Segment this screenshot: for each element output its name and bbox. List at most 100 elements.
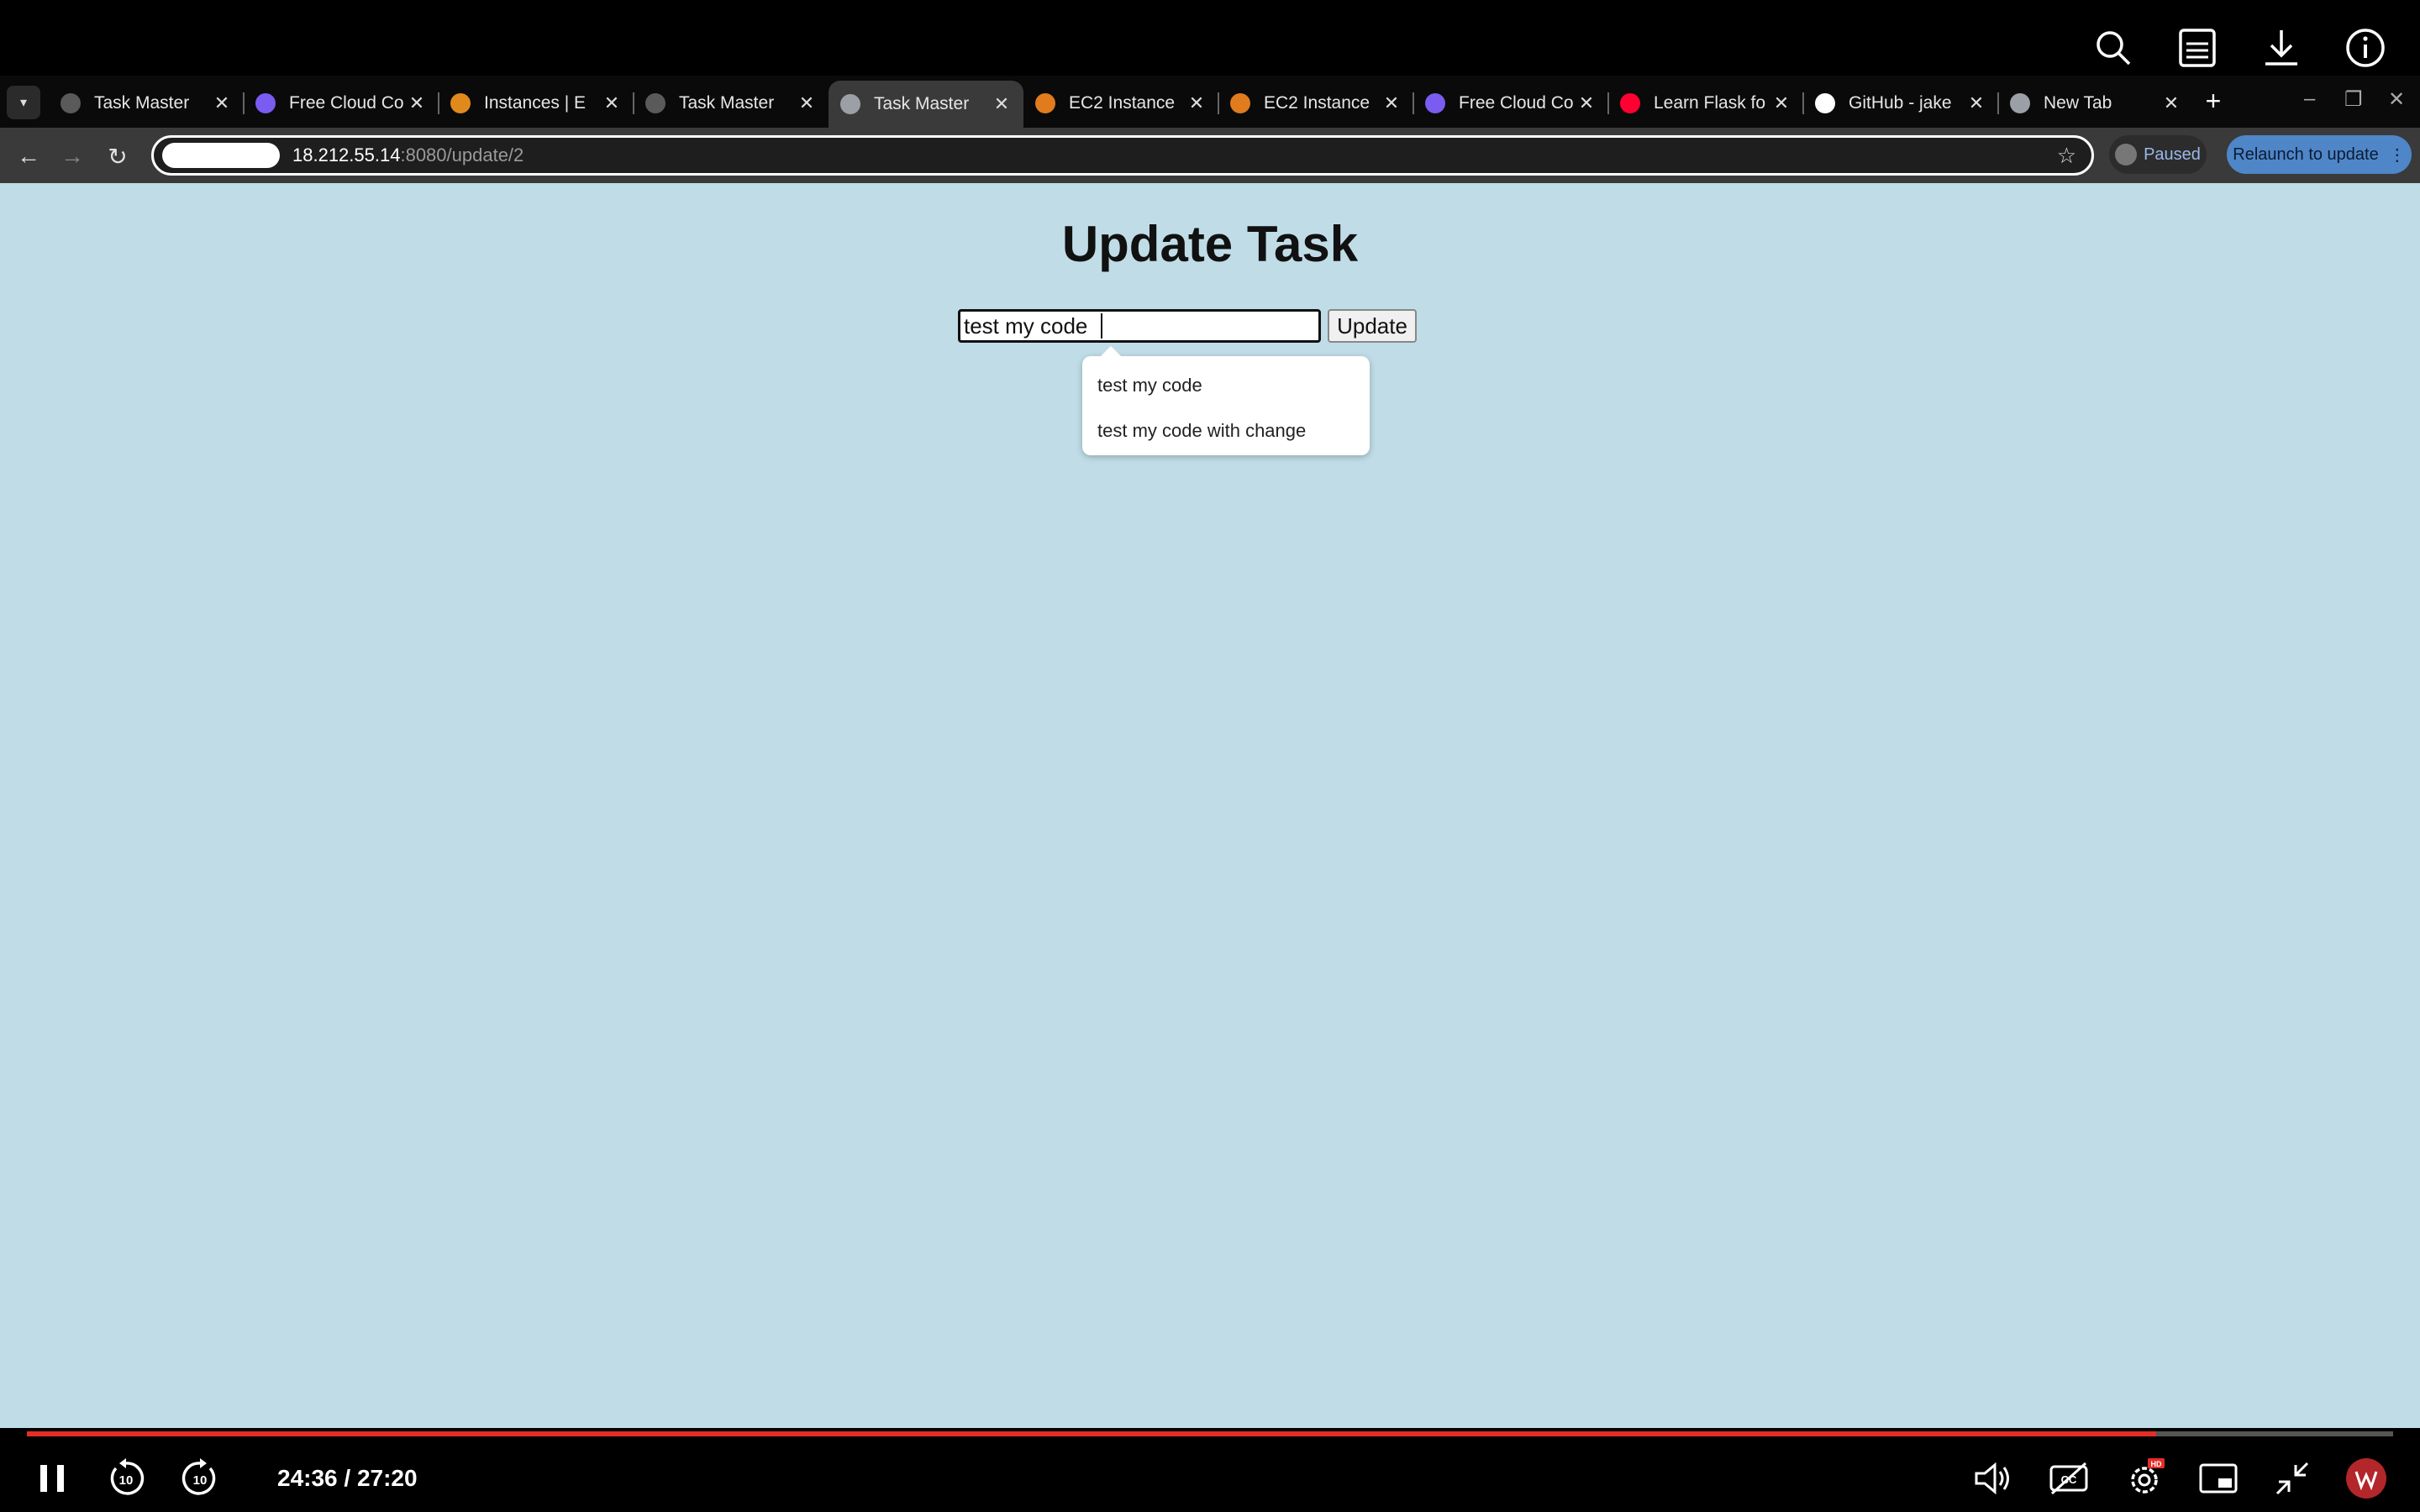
playback-time: 24:36 / 27:20	[277, 1465, 418, 1491]
minimize-icon[interactable]: –	[2304, 87, 2315, 111]
browser-toolbar: ← → ↻ 18.212.55.14:8080/update/2 ☆ Pause…	[0, 128, 2420, 183]
url-host: 18.212.55.14	[292, 144, 401, 165]
progress-bar[interactable]	[27, 1431, 2393, 1436]
update-button[interactable]: Update	[1328, 309, 1417, 343]
autocomplete-option[interactable]: test my code	[1082, 363, 1370, 408]
overlay-icons	[2092, 27, 2386, 69]
tab-favicon-icon	[1620, 93, 1640, 113]
url-text[interactable]: 18.212.55.14:8080/update/2	[292, 144, 523, 166]
plus-icon: +	[2205, 85, 2222, 116]
tab-close-icon[interactable]: ✕	[992, 93, 1012, 115]
tab-close-icon[interactable]: ✕	[1576, 92, 1597, 114]
browser-tab[interactable]: Task Master ✕	[829, 81, 1023, 128]
profile-button[interactable]: Paused	[2109, 135, 2207, 174]
tab-title: EC2 Instance	[1069, 93, 1176, 113]
close-window-icon[interactable]: ✕	[2388, 87, 2405, 112]
tab-close-icon[interactable]: ✕	[1771, 92, 1791, 114]
site-info-chip[interactable]	[162, 143, 280, 168]
tab-close-icon[interactable]: ✕	[602, 92, 622, 114]
tab-search-button[interactable]: ▾	[7, 86, 40, 119]
tab-close-icon[interactable]: ✕	[407, 92, 427, 114]
search-icon[interactable]	[2092, 27, 2134, 69]
tab-favicon-icon	[1425, 93, 1445, 113]
volume-icon[interactable]	[1970, 1457, 2013, 1504]
svg-text:HD: HD	[2151, 1460, 2162, 1468]
tab-close-icon[interactable]: ✕	[1381, 92, 1402, 114]
tab-title: EC2 Instance	[1264, 93, 1370, 113]
tab-title: Instances | E	[484, 93, 587, 113]
browser-tab[interactable]: Free Cloud Co ✕	[1413, 82, 1608, 124]
tab-favicon-icon	[255, 93, 276, 113]
queue-icon[interactable]	[2176, 27, 2218, 69]
browser-tab[interactable]: Free Cloud Co ✕	[244, 82, 439, 124]
channel-logo-icon[interactable]	[2344, 1457, 2388, 1504]
forward-button[interactable]: →	[55, 139, 89, 173]
autocomplete-dropdown: test my code test my code with change	[1082, 346, 1370, 455]
rewind-10-icon[interactable]: 10	[104, 1457, 148, 1504]
tab-favicon-icon	[60, 93, 81, 113]
back-button[interactable]: ←	[12, 139, 45, 173]
miniplayer-icon[interactable]	[2196, 1457, 2240, 1504]
svg-text:10: 10	[119, 1473, 134, 1488]
avatar	[2115, 144, 2138, 165]
download-icon[interactable]	[2260, 27, 2302, 69]
text-cursor	[1101, 313, 1102, 339]
url-path: :8080/update/2	[400, 144, 524, 165]
tab-close-icon[interactable]: ✕	[2161, 92, 2181, 114]
more-vertical-icon[interactable]: ⋮	[2389, 144, 2406, 165]
relaunch-button[interactable]: Relaunch to update ⋮	[2227, 135, 2412, 174]
info-icon[interactable]	[2344, 27, 2386, 69]
reload-icon: ↻	[108, 143, 128, 170]
profile-status: Paused	[2144, 144, 2201, 164]
settings-gear-icon[interactable]: HD	[2123, 1457, 2166, 1504]
progress-fill	[27, 1431, 2157, 1436]
pause-icon[interactable]	[32, 1457, 76, 1504]
reload-button[interactable]: ↻	[101, 139, 134, 173]
tab-title: Task Master	[679, 93, 775, 113]
browser-tab[interactable]: Task Master ✕	[634, 82, 829, 124]
tab-title: Free Cloud Co	[289, 93, 404, 113]
svg-text:10: 10	[193, 1473, 208, 1488]
tab-close-icon[interactable]: ✕	[797, 92, 817, 114]
tab-title: New Tab	[2044, 93, 2112, 113]
tab-close-icon[interactable]: ✕	[212, 92, 232, 114]
tab-favicon-icon	[645, 93, 666, 113]
browser-tab[interactable]: EC2 Instance ✕	[1023, 82, 1218, 124]
browser-tab[interactable]: Learn Flask fo ✕	[1608, 82, 1803, 124]
tab-strip: ▾ Task Master ✕ Free Cloud Co ✕ Instances | …	[0, 76, 2420, 128]
browser-tab[interactable]: GitHub - jake ✕	[1803, 82, 1998, 124]
tab-title: GitHub - jake	[1849, 93, 1952, 113]
tab-title: Free Cloud Co	[1459, 93, 1574, 113]
autocomplete-option[interactable]: test my code with change	[1082, 408, 1370, 454]
browser-tab[interactable]: EC2 Instance ✕	[1218, 82, 1413, 124]
tab-title: Task Master	[874, 94, 970, 113]
new-tab-button[interactable]: +	[2196, 84, 2230, 118]
task-content-input[interactable]	[958, 309, 1321, 343]
address-bar[interactable]: 18.212.55.14:8080/update/2 ☆	[151, 135, 2094, 176]
page-title: Update Task	[1061, 216, 1359, 272]
tab-favicon-icon	[1815, 93, 1835, 113]
tab-favicon-icon	[1230, 93, 1250, 113]
back-arrow-icon: ←	[17, 143, 40, 169]
browser-tab[interactable]: Instances | E ✕	[439, 82, 634, 124]
tab-favicon-icon	[840, 94, 860, 114]
forward-10-icon[interactable]: 10	[178, 1457, 222, 1504]
tab-favicon-icon	[2010, 93, 2030, 113]
bookmark-star-icon[interactable]: ☆	[2057, 143, 2076, 169]
tab-favicon-icon	[1035, 93, 1055, 113]
restore-icon[interactable]: ❐	[2344, 87, 2363, 112]
tab-close-icon[interactable]: ✕	[1966, 92, 1986, 114]
captions-off-icon[interactable]: CC	[2047, 1457, 2091, 1504]
browser-tab[interactable]: New Tab ✕	[1998, 82, 2193, 124]
relaunch-label: Relaunch to update	[2233, 144, 2379, 164]
tab-close-icon[interactable]: ✕	[1186, 92, 1207, 114]
page-content: Update Task Update test my code test my …	[0, 183, 2420, 1428]
forward-arrow-icon: →	[60, 143, 84, 169]
video-top-overlay	[0, 0, 2420, 76]
tab-title: Task Master	[94, 93, 190, 113]
chevron-down-icon: ▾	[19, 96, 28, 110]
browser-tab[interactable]: Task Master ✕	[49, 82, 244, 124]
tab-favicon-icon	[450, 93, 471, 113]
video-player-controls: 10 10 24:36 / 27:20 CC HD	[0, 1428, 2420, 1512]
exit-fullscreen-icon[interactable]	[2270, 1457, 2314, 1504]
